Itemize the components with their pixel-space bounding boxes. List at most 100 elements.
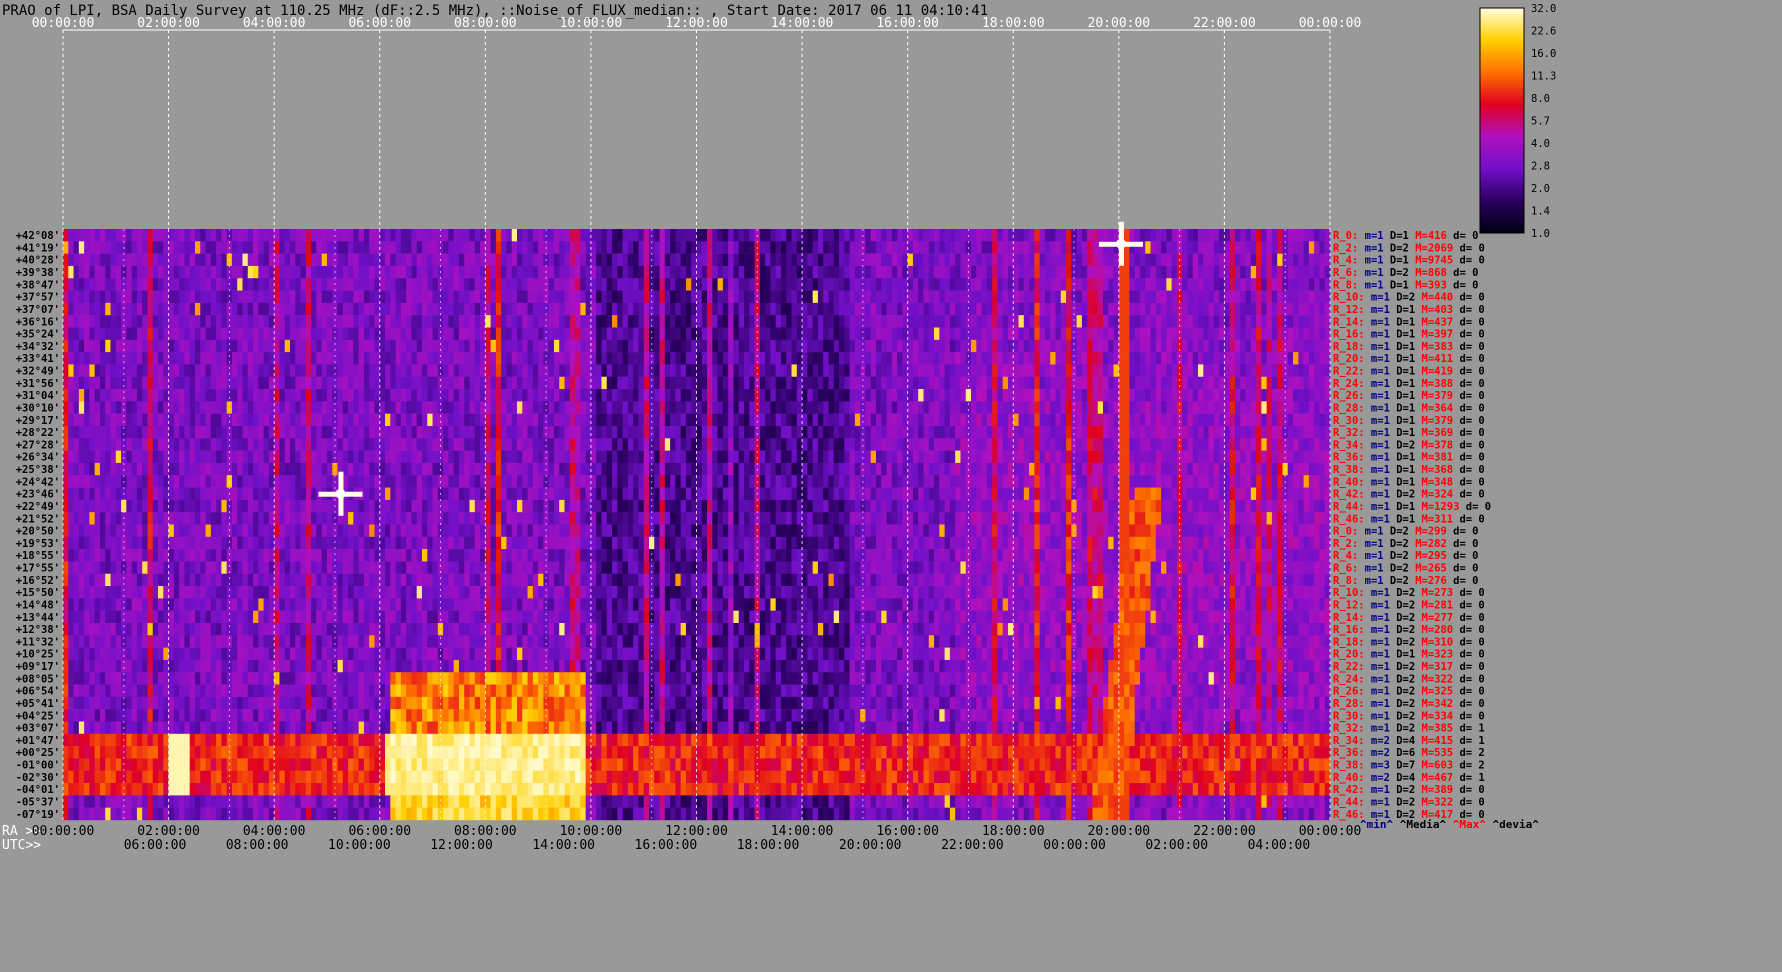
heatmap-cell xyxy=(89,451,95,464)
heatmap-cell xyxy=(976,401,982,414)
heatmap-cell xyxy=(987,315,993,328)
heatmap-cell xyxy=(1319,291,1325,304)
heatmap-cell xyxy=(316,414,322,427)
heatmap-cell xyxy=(1166,340,1172,353)
heatmap-cell xyxy=(1087,426,1093,439)
heatmap-cell xyxy=(279,463,285,476)
top-gridlines xyxy=(63,30,1330,229)
heatmap-cell xyxy=(369,414,375,427)
heatmap-cell xyxy=(1061,303,1067,316)
heatmap-cell xyxy=(918,414,924,427)
heatmap-cell xyxy=(264,303,270,316)
heatmap-cell xyxy=(126,438,132,451)
heatmap-cell xyxy=(385,229,391,242)
heatmap-cell xyxy=(380,315,386,328)
heatmap-cell xyxy=(1045,377,1051,390)
heatmap-cell xyxy=(1156,254,1162,267)
heatmap-cell xyxy=(385,278,391,291)
heatmap-cell xyxy=(707,291,713,304)
heatmap-cell xyxy=(718,315,724,328)
heatmap-cell xyxy=(1124,328,1130,341)
heatmap-cell xyxy=(865,340,871,353)
heatmap-cell xyxy=(718,451,724,464)
heatmap-cell xyxy=(1108,254,1114,267)
heatmap-cell xyxy=(702,340,708,353)
heatmap-cell xyxy=(971,438,977,451)
heatmap-cell xyxy=(1230,401,1236,414)
heatmap-cell xyxy=(554,241,560,254)
heatmap-cell xyxy=(522,340,528,353)
heatmap-cell xyxy=(237,364,243,377)
heatmap-cell xyxy=(422,291,428,304)
heatmap-cell xyxy=(612,463,618,476)
heatmap-cell xyxy=(913,291,919,304)
heatmap-cell xyxy=(913,303,919,316)
heatmap-cell xyxy=(396,229,402,242)
heatmap-cell xyxy=(1224,278,1230,291)
heatmap-cell xyxy=(528,352,534,365)
heatmap-cell xyxy=(491,340,497,353)
heatmap-cell xyxy=(697,352,703,365)
heatmap-cell xyxy=(686,426,692,439)
heatmap-cell xyxy=(924,340,930,353)
heatmap-cell xyxy=(105,278,111,291)
heatmap-cell xyxy=(84,254,90,267)
heatmap-cell xyxy=(591,303,597,316)
heatmap-cell xyxy=(63,340,69,353)
heatmap-cell xyxy=(644,291,650,304)
heatmap-cell xyxy=(459,451,465,464)
heatmap-cell xyxy=(142,438,148,451)
heatmap-cell xyxy=(538,451,544,464)
heatmap-cell xyxy=(918,328,924,341)
heatmap-cell xyxy=(279,475,285,488)
heatmap-cell xyxy=(876,377,882,390)
heatmap-cell xyxy=(1277,340,1283,353)
heatmap-cell xyxy=(512,315,518,328)
heatmap-cell xyxy=(1151,414,1157,427)
heatmap-cell xyxy=(290,475,296,488)
heatmap-cell xyxy=(1230,364,1236,377)
heatmap-cell xyxy=(945,278,951,291)
heatmap-cell xyxy=(887,475,893,488)
heatmap-cell xyxy=(1082,414,1088,427)
heatmap-cell xyxy=(580,438,586,451)
heatmap-cell xyxy=(1066,438,1072,451)
heatmap-cell xyxy=(1319,328,1325,341)
heatmap-cell xyxy=(427,414,433,427)
heatmap-cell xyxy=(470,303,476,316)
heatmap-cell xyxy=(459,241,465,254)
heatmap-cell xyxy=(1082,377,1088,390)
heatmap-cell xyxy=(839,377,845,390)
heatmap-cell xyxy=(295,229,301,242)
heatmap-cell xyxy=(876,463,882,476)
heatmap-cell xyxy=(1203,278,1209,291)
heatmap-cell xyxy=(316,278,322,291)
heatmap-cell xyxy=(1172,377,1178,390)
heatmap-cell xyxy=(174,426,180,439)
heatmap-cell xyxy=(638,352,644,365)
heatmap-cell xyxy=(807,241,813,254)
heatmap-cell xyxy=(1156,426,1162,439)
heatmap-cell xyxy=(992,229,998,242)
heatmap-cell xyxy=(232,438,238,451)
heatmap-cell xyxy=(89,364,95,377)
heatmap-cell xyxy=(1129,401,1135,414)
heatmap-cell xyxy=(623,328,629,341)
heatmap-cell xyxy=(570,291,576,304)
heatmap-cell xyxy=(1055,315,1061,328)
heatmap-cell xyxy=(681,364,687,377)
heatmap-cell xyxy=(844,340,850,353)
heatmap-cell xyxy=(1166,315,1172,328)
heatmap-cell xyxy=(211,438,217,451)
heatmap-cell xyxy=(818,291,824,304)
heatmap-cell xyxy=(617,364,623,377)
heatmap-cell xyxy=(533,291,539,304)
heatmap-cell xyxy=(84,315,90,328)
heatmap-cell xyxy=(633,315,639,328)
heatmap-cell xyxy=(844,414,850,427)
heatmap-cell xyxy=(601,328,607,341)
heatmap-cell xyxy=(776,254,782,267)
heatmap-cell xyxy=(865,401,871,414)
heatmap-cell xyxy=(242,414,248,427)
heatmap-cell xyxy=(401,426,407,439)
